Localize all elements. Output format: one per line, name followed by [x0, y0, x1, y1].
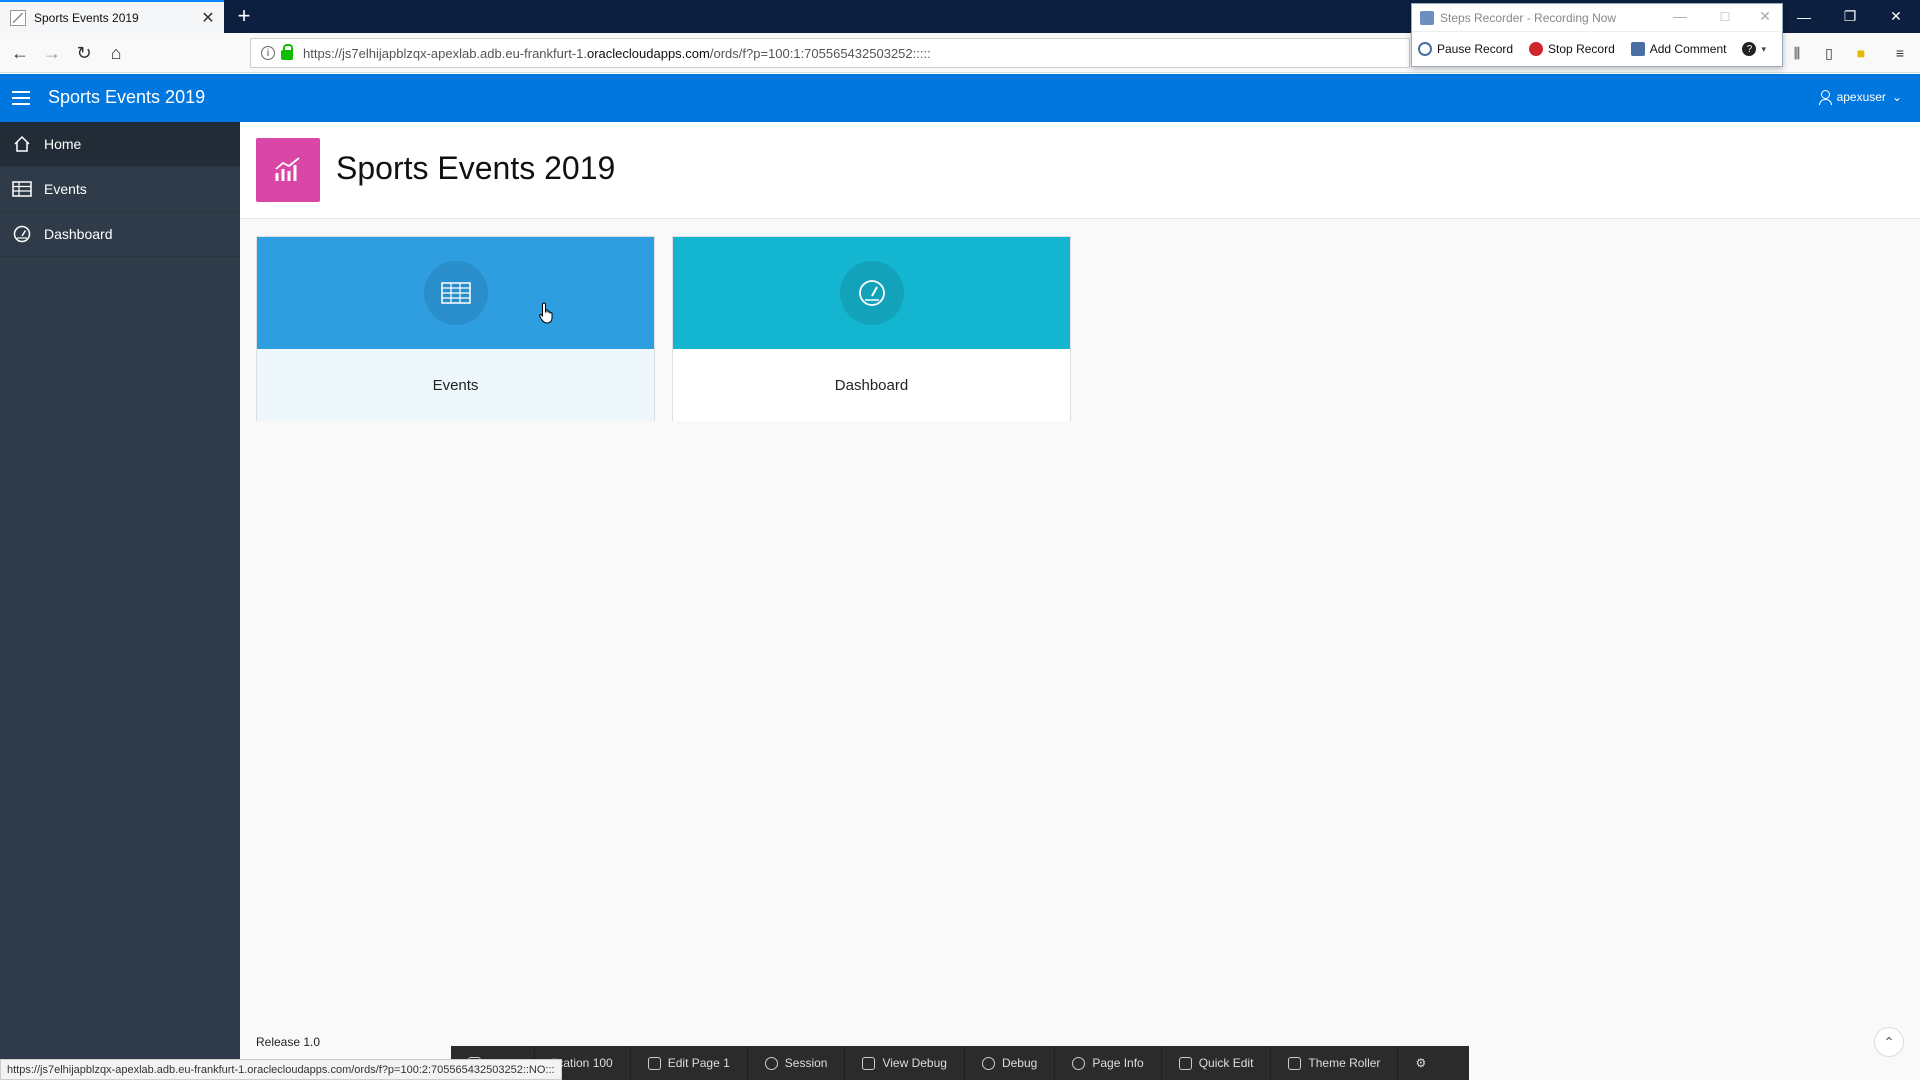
dev-quick-edit-label: Quick Edit	[1198, 1056, 1254, 1070]
stop-icon	[1529, 42, 1544, 56]
developer-toolbar: lication 100 Edit Page 1 Session View De…	[451, 1046, 1469, 1080]
edit-icon	[647, 1056, 661, 1070]
clock-icon	[764, 1056, 778, 1070]
steps-recorder-titlebar: Steps Recorder - Recording Now — □ ✕	[1412, 4, 1782, 32]
restore-window-button[interactable]: ❐	[1828, 0, 1872, 33]
page-favicon-icon	[10, 9, 26, 26]
dev-debug-label: Debug	[1001, 1056, 1038, 1070]
pause-record-button[interactable]: Pause Record	[1418, 42, 1513, 56]
browser-status-url: https://js7elhijapblzqx-apexlab.adb.eu-f…	[0, 1059, 562, 1080]
steps-recorder-title: Steps Recorder - Recording Now	[1440, 10, 1617, 25]
close-window-button[interactable]: ✕	[1874, 0, 1918, 33]
hand-cursor-icon	[539, 302, 553, 324]
pause-icon	[1418, 42, 1432, 56]
app-header: Sports Events 2019 apexuser ⌄	[0, 74, 1920, 122]
sidebar-toggle-icon[interactable]: ▯	[1819, 43, 1839, 63]
gauge-icon	[12, 225, 32, 243]
tab-title: Sports Events 2019	[34, 10, 139, 25]
sidebar-item-label: Events	[44, 181, 87, 197]
dev-settings-button[interactable]: ⚙	[1398, 1046, 1443, 1080]
user-icon	[1818, 90, 1832, 105]
url-prefix: https://js7elhijapblzqx-apexlab.adb.eu-f…	[303, 45, 587, 61]
lock-icon	[281, 44, 293, 60]
add-comment-label: Add Comment	[1649, 42, 1727, 56]
stop-record-button[interactable]: Stop Record	[1529, 42, 1615, 56]
dev-page-info-button[interactable]: Page Info	[1055, 1046, 1162, 1080]
card-events[interactable]: Events	[256, 236, 655, 421]
dev-quick-edit-button[interactable]: Quick Edit	[1162, 1046, 1272, 1080]
sidebar-item-label: Home	[44, 136, 82, 152]
steps-recorder-icon	[1420, 10, 1434, 25]
chevron-down-icon: ⌄	[1891, 90, 1902, 104]
card-dashboard-label[interactable]: Dashboard	[673, 349, 1070, 421]
add-comment-button[interactable]: Add Comment	[1630, 42, 1727, 56]
extension-icon[interactable]: ■	[1851, 43, 1871, 63]
username: apexuser	[1836, 90, 1886, 104]
help-dropdown-icon[interactable]: ▾	[1761, 44, 1766, 55]
sidebar-item-home[interactable]: Home	[0, 122, 240, 167]
card-dashboard-banner[interactable]	[673, 237, 1070, 349]
paint-roller-icon	[1288, 1056, 1302, 1070]
view-debug-icon	[862, 1056, 876, 1070]
library-icon[interactable]: ⫼	[1787, 43, 1807, 63]
menu-icon[interactable]: ≡	[1890, 43, 1910, 63]
steps-close-icon[interactable]: ✕	[1750, 8, 1780, 25]
home-icon	[12, 135, 32, 153]
gear-icon: ⚙	[1415, 1056, 1427, 1070]
sidebar: Home Events Dashboard	[0, 122, 240, 1080]
card-dashboard[interactable]: Dashboard	[672, 236, 1071, 421]
app-name[interactable]: Sports Events 2019	[48, 87, 205, 108]
info-icon	[1072, 1056, 1086, 1070]
comment-icon	[1630, 42, 1645, 56]
sidebar-item-events[interactable]: Events	[0, 167, 240, 212]
scroll-to-top-button[interactable]: ⌃	[1874, 1027, 1904, 1057]
tab-close-icon[interactable]: ✕	[198, 8, 218, 28]
browser-tab[interactable]: Sports Events 2019 ✕	[0, 0, 224, 33]
dev-theme-roller-button[interactable]: Theme Roller	[1271, 1046, 1399, 1080]
table-icon	[12, 180, 32, 198]
forward-button[interactable]: →	[40, 41, 64, 65]
dev-page-info-label: Page Info	[1092, 1056, 1144, 1070]
dev-session-label: Session	[784, 1056, 828, 1070]
back-button[interactable]: ←	[8, 41, 32, 65]
minimize-window-button[interactable]: —	[1782, 0, 1826, 33]
dev-debug-button[interactable]: Debug	[965, 1046, 1056, 1080]
site-info-icon[interactable]: i	[261, 46, 275, 60]
dev-edit-page-label: Edit Page 1	[667, 1056, 730, 1070]
table-icon	[423, 261, 488, 325]
sidebar-item-dashboard[interactable]: Dashboard	[0, 212, 240, 257]
dev-edit-page-button[interactable]: Edit Page 1	[631, 1046, 748, 1080]
bug-icon	[981, 1056, 995, 1070]
page-title: Sports Events 2019	[336, 150, 616, 186]
url-host: oraclecloudapps.com	[587, 45, 710, 61]
steps-maximize-icon[interactable]: □	[1710, 8, 1740, 24]
card-events-banner[interactable]	[257, 237, 654, 349]
card-events-label[interactable]: Events	[257, 349, 654, 421]
address-bar[interactable]: i https://js7elhijapblzqx-apexlab.adb.eu…	[250, 38, 1410, 68]
help-icon: ?	[1742, 42, 1757, 56]
stop-record-label: Stop Record	[1548, 42, 1615, 56]
dev-view-debug-button[interactable]: View Debug	[845, 1046, 965, 1080]
reload-button[interactable]: ↻	[72, 41, 96, 65]
new-tab-button[interactable]: +	[232, 3, 256, 28]
main-content: Sports Events 2019 Events Dashboard Rele…	[240, 122, 1920, 1080]
quick-edit-icon	[1178, 1056, 1192, 1070]
hero-region: Sports Events 2019	[240, 122, 1920, 219]
hamburger-menu-icon[interactable]	[12, 87, 34, 109]
user-menu[interactable]: apexuser ⌄	[1818, 90, 1902, 105]
dev-theme-roller-label: Theme Roller	[1308, 1056, 1381, 1070]
steps-minimize-icon[interactable]: —	[1665, 8, 1695, 24]
help-button[interactable]: ? ▾	[1742, 42, 1766, 56]
dev-session-button[interactable]: Session	[748, 1046, 846, 1080]
url-suffix: /ords/f?p=100:1:705565432503252:::::	[709, 45, 931, 61]
dev-view-debug-label: View Debug	[882, 1056, 947, 1070]
release-label: Release 1.0	[256, 1035, 321, 1049]
home-button[interactable]: ⌂	[104, 41, 128, 65]
pause-record-label: Pause Record	[1437, 42, 1514, 56]
chart-icon	[256, 138, 320, 202]
sidebar-item-label: Dashboard	[44, 226, 113, 242]
steps-recorder-window: Steps Recorder - Recording Now — □ ✕ Pau…	[1411, 3, 1783, 67]
gauge-icon	[839, 261, 904, 325]
